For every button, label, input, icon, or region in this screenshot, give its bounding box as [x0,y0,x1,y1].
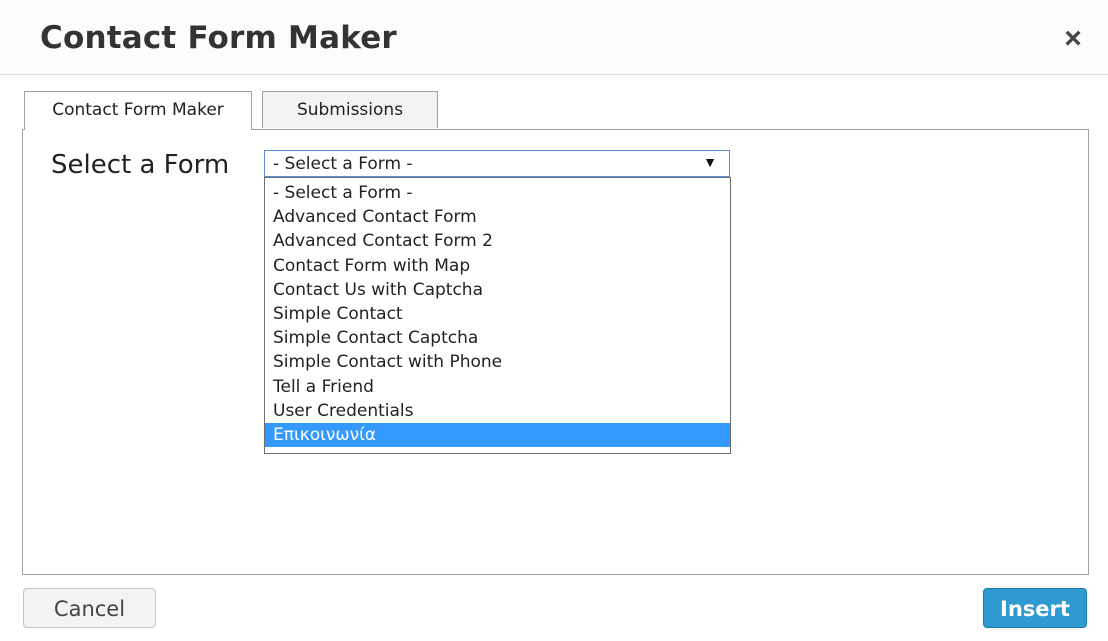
option-contact-form-with-map[interactable]: Contact Form with Map [265,254,730,278]
option-contact-us-with-captcha[interactable]: Contact Us with Captcha [265,278,730,302]
insert-button[interactable]: Insert [983,588,1087,628]
form-select-value: - Select a Form - [273,154,413,174]
option-simple-contact-with-phone[interactable]: Simple Contact with Phone [265,350,730,374]
option-advanced-contact-form-2[interactable]: Advanced Contact Form 2 [265,229,730,253]
close-icon[interactable]: × [1058,24,1088,54]
select-form-label: Select a Form [51,150,230,180]
tab-submissions[interactable]: Submissions [262,91,438,128]
tab-contact-form-maker[interactable]: Contact Form Maker [24,91,252,130]
cancel-button[interactable]: Cancel [23,588,156,628]
option-epikoinonia[interactable]: Επικοινωνία [265,422,730,448]
chevron-down-icon: ▼ [703,154,717,170]
option-tell-a-friend[interactable]: Tell a Friend [265,375,730,399]
dialog-title: Contact Form Maker [40,20,397,56]
option-select-a-form[interactable]: - Select a Form - [265,181,730,205]
tab-bar: Contact Form Maker Submissions [24,91,438,130]
dialog-header: Contact Form Maker × [0,0,1108,75]
option-simple-contact[interactable]: Simple Contact [265,302,730,326]
option-simple-contact-captcha[interactable]: Simple Contact Captcha [265,326,730,350]
option-user-credentials[interactable]: User Credentials [265,399,730,423]
form-options-list[interactable]: - Select a Form - Advanced Contact Form … [264,177,731,454]
option-advanced-contact-form[interactable]: Advanced Contact Form [265,205,730,229]
form-select[interactable]: - Select a Form - ▼ [264,150,730,177]
